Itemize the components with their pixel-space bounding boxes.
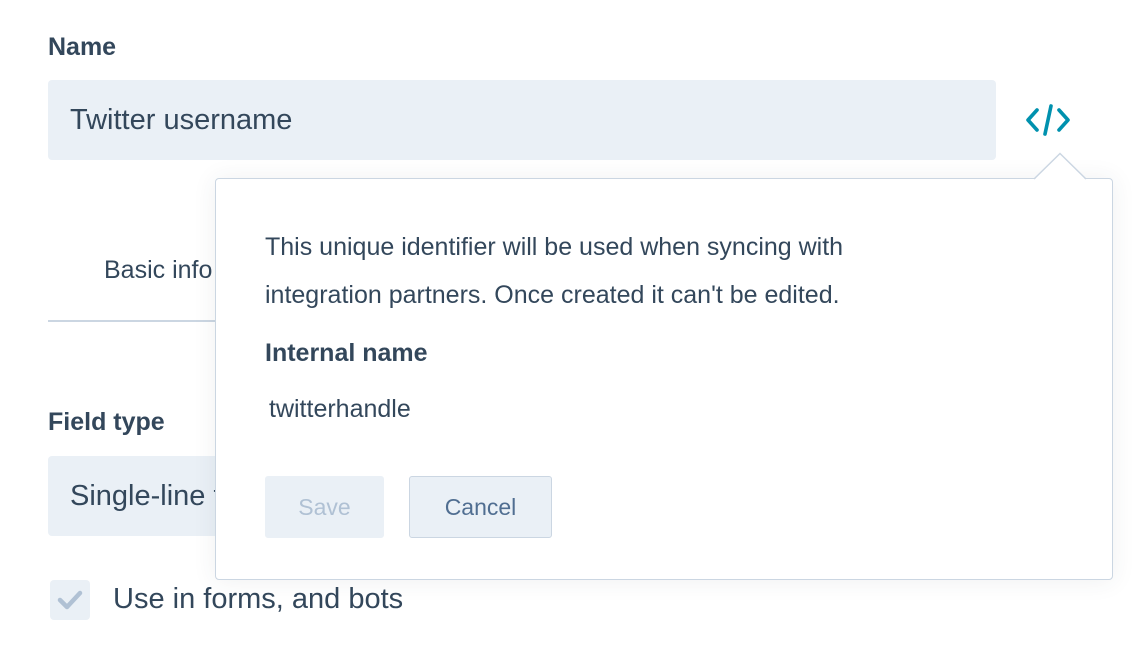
tab-basic-info[interactable]: Basic info: [104, 256, 212, 285]
popover-description: This unique identifier will be used when…: [265, 223, 1025, 319]
cancel-button[interactable]: Cancel: [409, 476, 552, 538]
internal-name-value: twitterhandle: [269, 395, 411, 423]
internal-name-popover: This unique identifier will be used when…: [215, 178, 1113, 580]
save-button[interactable]: Save: [265, 476, 384, 538]
popover-arrow: [1034, 152, 1086, 180]
popover-description-line-1: This unique identifier will be used when…: [265, 233, 844, 261]
name-input-value: Twitter username: [70, 103, 293, 136]
field-type-label: Field type: [48, 408, 165, 436]
use-in-forms-label: Use in forms, and bots: [113, 583, 404, 615]
check-icon: [57, 590, 83, 610]
popover-description-line-2: integration partners. Once created it ca…: [265, 281, 840, 309]
code-toggle-button[interactable]: [1022, 98, 1074, 142]
internal-name-label: Internal name: [265, 339, 428, 367]
name-input[interactable]: Twitter username: [48, 80, 996, 160]
code-icon: [1026, 104, 1070, 136]
use-in-forms-checkbox[interactable]: [50, 580, 90, 620]
name-label: Name: [48, 33, 117, 61]
